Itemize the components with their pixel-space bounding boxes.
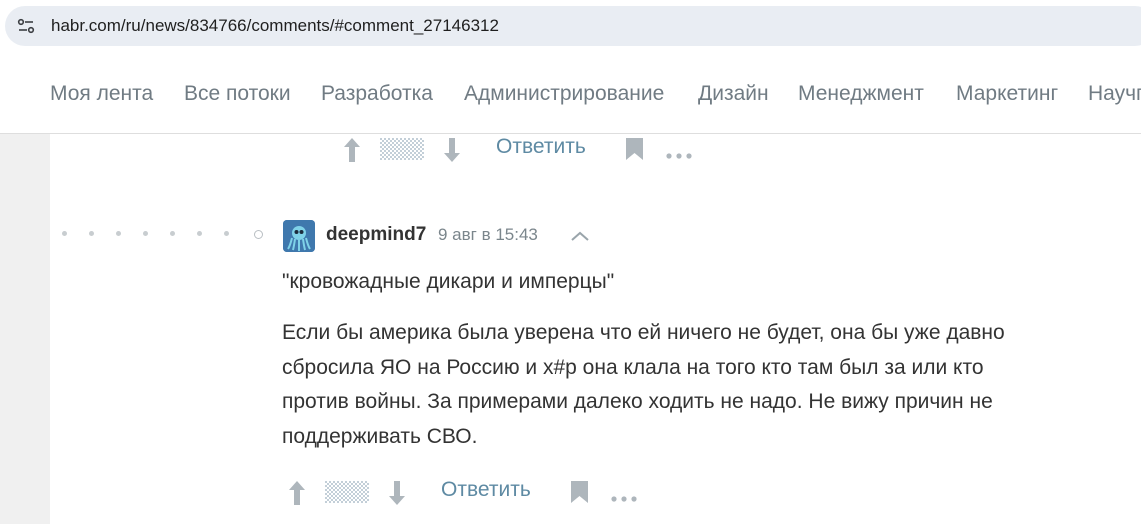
more-options-icon[interactable] <box>611 489 637 507</box>
more-options-icon[interactable] <box>666 146 692 164</box>
nav-item-all-streams[interactable]: Все потоки <box>184 82 291 106</box>
browser-toolbar: habr.com/ru/news/834766/comments/#commen… <box>0 0 1141 56</box>
upvote-icon[interactable] <box>288 480 306 511</box>
downvote-icon[interactable] <box>443 137 461 168</box>
nav-item-design[interactable]: Дизайн <box>698 82 769 106</box>
section-nav: Моя лента Все потоки Разработка Админист… <box>0 56 1141 134</box>
comment-actions: Ответить <box>285 478 685 508</box>
reply-button[interactable]: Ответить <box>441 478 531 502</box>
nav-item-marketing[interactable]: Маркетинг <box>956 82 1058 106</box>
chevron-up-icon[interactable] <box>570 229 590 247</box>
url-text[interactable]: habr.com/ru/news/834766/comments/#commen… <box>51 16 499 36</box>
thread-branch-indicator[interactable] <box>254 230 263 239</box>
address-bar[interactable]: habr.com/ru/news/834766/comments/#commen… <box>5 6 1141 46</box>
avatar[interactable] <box>283 220 315 252</box>
comment-quote: "кровожадные дикари и имперцы" <box>282 270 615 293</box>
comment-body-line: поддерживать СВО. <box>282 424 478 448</box>
site-info-icon[interactable] <box>14 14 38 38</box>
prev-comment-actions: Ответить <box>340 135 740 165</box>
nav-item-management[interactable]: Менеджмент <box>798 82 924 106</box>
comment-body-line: против войны. За примерами далеко ходить… <box>282 390 993 413</box>
bookmark-icon[interactable] <box>626 138 643 165</box>
downvote-icon[interactable] <box>388 480 406 511</box>
comment-timestamp[interactable]: 9 авг в 15:43 <box>438 225 538 245</box>
nav-item-development[interactable]: Разработка <box>321 82 433 106</box>
comment-body-line: Если бы америка была уверена что ей ниче… <box>282 321 1005 344</box>
comment-author[interactable]: deepmind7 <box>326 224 426 246</box>
comment-body: Если бы америка была уверена что ей ниче… <box>282 316 1102 454</box>
nav-item-popsci[interactable]: Научпоп <box>1088 82 1141 106</box>
comment-body-line: сбросила ЯО на Россию и х#р она клала на… <box>282 355 984 379</box>
nav-item-admin[interactable]: Администрирование <box>464 82 664 106</box>
rating-placeholder <box>380 138 424 165</box>
upvote-icon[interactable] <box>343 137 361 168</box>
rating-placeholder <box>325 481 369 508</box>
nav-item-my-feed[interactable]: Моя лента <box>50 82 153 106</box>
reply-button[interactable]: Ответить <box>496 135 586 159</box>
bookmark-icon[interactable] <box>571 481 588 508</box>
